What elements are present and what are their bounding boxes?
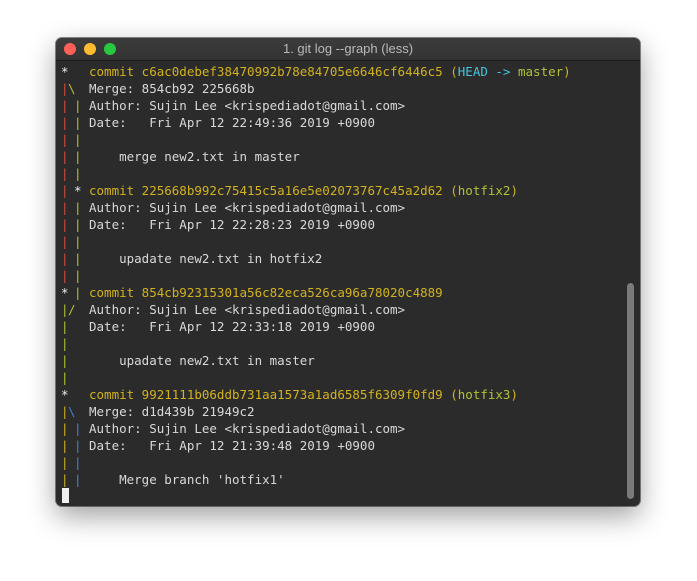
text-cursor bbox=[62, 488, 69, 503]
commit-message: Merge branch 'hotfix1' bbox=[89, 472, 285, 487]
author: Author: Sujin Lee <krispediadot@gmail.co… bbox=[89, 302, 406, 317]
blank-line: | | bbox=[60, 454, 105, 471]
merge-line: | \ Merge: 854cb92 225668b bbox=[60, 80, 255, 97]
message-line: | | upadate new2.txt in hotfix2 bbox=[60, 250, 322, 267]
graph-column: | bbox=[61, 353, 69, 368]
graph-column: | | bbox=[61, 234, 82, 249]
graph-column: | \ bbox=[61, 81, 76, 96]
graph-column: | | bbox=[61, 200, 82, 215]
message-line: | upadate new2.txt in master bbox=[60, 352, 315, 369]
blank-line: | bbox=[60, 369, 105, 386]
graph-column: | | bbox=[61, 251, 82, 266]
graph-column: | | bbox=[61, 268, 82, 283]
graph-column: | / bbox=[61, 302, 76, 317]
terminal-output[interactable]: * commit c6ac0debef38470992b78e84705e664… bbox=[60, 63, 626, 505]
graph-column: | | bbox=[61, 472, 82, 487]
commit-hash: commit 9921111b06ddb731aa1573a1ad6585f63… bbox=[89, 387, 443, 402]
graph-column: | | bbox=[61, 217, 82, 232]
commit-line: * commit 9921111b06ddb731aa1573a1ad6585f… bbox=[60, 386, 518, 403]
graph-column: | | bbox=[61, 132, 82, 147]
graph-column: * bbox=[60, 386, 84, 403]
graph-column: | bbox=[61, 370, 69, 385]
merge-parents: Merge: 854cb92 225668b bbox=[89, 81, 255, 96]
title-bar: 1. git log --graph (less) bbox=[56, 38, 640, 61]
graph-node: * bbox=[61, 387, 69, 402]
merge-parents: Merge: d1d439b 21949c2 bbox=[89, 404, 255, 419]
message-line: | | merge new2.txt in master bbox=[60, 148, 300, 165]
date: Date: Fri Apr 12 22:49:36 2019 +0900 bbox=[89, 115, 375, 130]
graph-column: | | bbox=[61, 421, 82, 436]
graph-column: | \ bbox=[61, 404, 76, 419]
commit-hash: commit 854cb92315301a56c82eca526ca96a780… bbox=[89, 285, 443, 300]
window-title: 1. git log --graph (less) bbox=[282, 41, 414, 56]
merge-line: | \ Merge: d1d439b 21949c2 bbox=[60, 403, 255, 420]
commit-hash: commit 225668b992c75415c5a16e5e02073767c… bbox=[89, 183, 443, 198]
graph-column: | | bbox=[61, 115, 82, 130]
blank-line: | bbox=[60, 335, 105, 352]
graph-node: * bbox=[74, 183, 82, 198]
commit-message: upadate new2.txt in hotfix2 bbox=[89, 251, 323, 266]
commit-message: merge new2.txt in master bbox=[89, 149, 300, 164]
author-line: | | Author: Sujin Lee <krispediadot@gmai… bbox=[60, 199, 405, 216]
date: Date: Fri Apr 12 21:39:48 2019 +0900 bbox=[89, 438, 375, 453]
branch-ref: master bbox=[518, 64, 564, 79]
blank-line: | | bbox=[60, 267, 105, 284]
branch-ref: hotfix2 bbox=[457, 183, 511, 198]
author-line: | | Author: Sujin Lee <krispediadot@gmai… bbox=[60, 420, 405, 437]
graph-column: | bbox=[61, 319, 69, 334]
head-ref: HEAD -> bbox=[457, 64, 518, 79]
graph-column: | | bbox=[61, 98, 82, 113]
branch-ref: hotfix3 bbox=[457, 387, 511, 402]
date-line: | Date: Fri Apr 12 22:33:18 2019 +0900 bbox=[60, 318, 375, 335]
graph-column: | | bbox=[61, 166, 82, 181]
blank-line: | | bbox=[60, 165, 105, 182]
graph-column: | | bbox=[61, 149, 82, 164]
author-line: | / Author: Sujin Lee <krispediadot@gmai… bbox=[60, 301, 405, 318]
date: Date: Fri Apr 12 22:33:18 2019 +0900 bbox=[89, 319, 375, 334]
graph-node: * bbox=[61, 64, 69, 79]
date-line: | | Date: Fri Apr 12 22:28:23 2019 +0900 bbox=[60, 216, 375, 233]
graph-node: * bbox=[61, 285, 69, 300]
scrollbar-thumb[interactable] bbox=[627, 283, 634, 499]
graph-column: | | bbox=[61, 455, 82, 470]
commit-line: | * commit 225668b992c75415c5a16e5e02073… bbox=[61, 183, 518, 198]
date: Date: Fri Apr 12 22:28:23 2019 +0900 bbox=[89, 217, 375, 232]
author: Author: Sujin Lee <krispediadot@gmail.co… bbox=[89, 98, 406, 113]
date-line: | | Date: Fri Apr 12 22:49:36 2019 +0900 bbox=[60, 114, 375, 131]
commit-hash: commit c6ac0debef38470992b78e84705e6646c… bbox=[89, 64, 443, 79]
commit-message: upadate new2.txt in master bbox=[89, 353, 315, 368]
author: Author: Sujin Lee <krispediadot@gmail.co… bbox=[89, 421, 406, 436]
blank-line: | | bbox=[60, 233, 105, 250]
graph-column: | * bbox=[61, 183, 82, 198]
commit-line: * | commit 854cb92315301a56c82eca526ca96… bbox=[60, 284, 443, 301]
graph-column: | | bbox=[61, 438, 82, 453]
graph-column: * bbox=[60, 63, 84, 80]
graph-column: | bbox=[61, 336, 69, 351]
author-line: | | Author: Sujin Lee <krispediadot@gmai… bbox=[60, 97, 405, 114]
commit-line: * commit c6ac0debef38470992b78e84705e664… bbox=[60, 63, 571, 80]
graph-column: * | bbox=[61, 285, 82, 300]
author: Author: Sujin Lee <krispediadot@gmail.co… bbox=[89, 200, 406, 215]
terminal-window: 1. git log --graph (less) * commit c6ac0… bbox=[56, 38, 640, 506]
message-line: | | Merge branch 'hotfix1' bbox=[60, 471, 285, 488]
date-line: | | Date: Fri Apr 12 21:39:48 2019 +0900 bbox=[60, 437, 375, 454]
blank-line: | | bbox=[60, 131, 105, 148]
